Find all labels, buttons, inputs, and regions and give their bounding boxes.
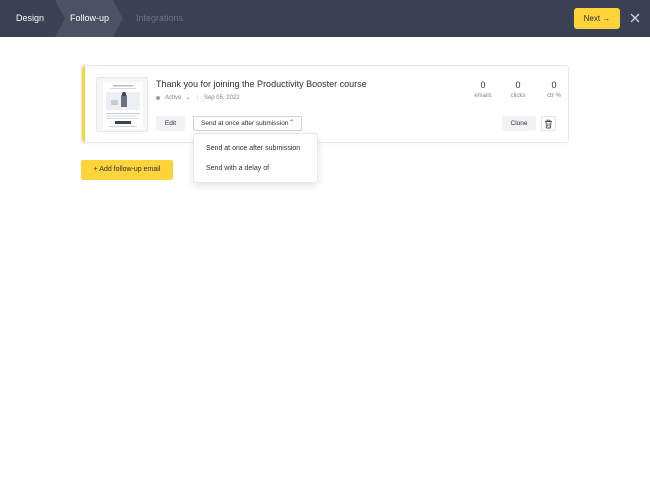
dropdown-option-send-at-once[interactable]: Send at once after submission <box>206 145 300 152</box>
add-follow-up-email-button[interactable]: + Add follow-up email <box>81 160 173 180</box>
email-date: Sep 05, 2022 <box>203 94 240 101</box>
stat-label: clicks <box>510 93 526 99</box>
send-timing-select[interactable]: Send at once after submission ⌃ <box>193 116 302 131</box>
step-follow-up[interactable]: Follow-up <box>70 0 109 37</box>
email-preview-image <box>97 78 147 131</box>
step-integrations[interactable]: Integrations <box>136 0 183 37</box>
send-timing-dropdown: Send at once after submission Send with … <box>193 133 318 183</box>
stat-label: ctr % <box>547 93 561 99</box>
step-design[interactable]: Design <box>16 0 44 37</box>
follow-up-email-card: Thank you for joining the Productivity B… <box>81 65 569 143</box>
edit-button[interactable]: Edit <box>156 116 185 131</box>
close-icon[interactable] <box>628 11 642 25</box>
stat-value: 0 <box>480 80 486 90</box>
card-accent-bar <box>82 66 85 142</box>
email-thumbnail[interactable] <box>96 77 148 132</box>
send-timing-value: Send at once after submission <box>201 120 289 127</box>
email-meta: Active ⌄ | Sep 05, 2022 <box>156 94 240 101</box>
email-title[interactable]: Thank you for joining the Productivity B… <box>156 79 367 89</box>
stat-emails: 0 emails <box>466 80 500 99</box>
trash-icon <box>545 119 552 128</box>
clone-button[interactable]: Clone <box>502 116 536 131</box>
stat-value: 0 <box>551 80 557 90</box>
next-button[interactable]: Next → <box>574 8 620 29</box>
top-navigation-bar: Design Follow-up Integrations Next → <box>0 0 650 37</box>
stat-clicks: 0 clicks <box>501 80 535 99</box>
chevron-down-icon[interactable]: ⌄ <box>185 94 190 101</box>
status-dot-icon <box>156 95 160 100</box>
stat-ctr: 0 ctr % <box>537 80 571 99</box>
chevron-up-icon: ⌃ <box>288 120 294 126</box>
stat-label: emails <box>474 93 492 99</box>
meta-divider: | <box>196 94 198 101</box>
delete-button[interactable] <box>541 116 556 131</box>
stat-value: 0 <box>515 80 521 90</box>
status-label[interactable]: Active <box>165 95 181 101</box>
dropdown-option-send-with-delay[interactable]: Send with a delay of <box>206 165 269 172</box>
